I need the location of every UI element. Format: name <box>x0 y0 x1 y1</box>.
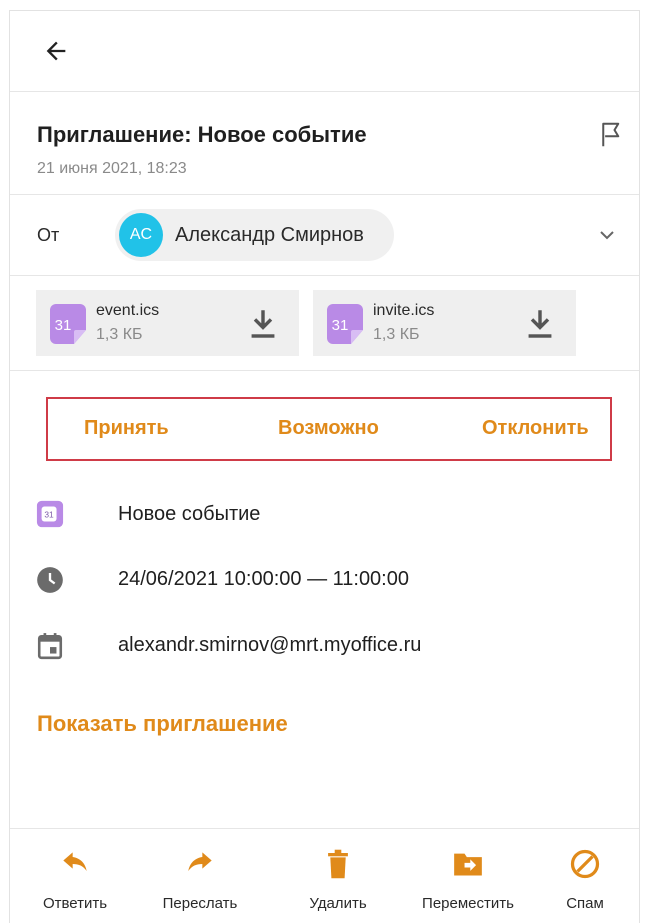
message-date: 21 июня 2021, 18:23 <box>37 160 187 177</box>
chevron-down-icon <box>600 231 614 240</box>
download-icon[interactable] <box>526 308 554 340</box>
event-title: Новое событие <box>118 503 261 525</box>
delete-label: Удалить <box>309 895 367 912</box>
attachment-icon-text: 31 <box>332 317 349 334</box>
from-row: От AC Александр Смирнов <box>10 195 639 276</box>
show-invitation-link[interactable]: Показать приглашение <box>37 711 288 737</box>
bottom-action-bar: Ответить Переслать Удалить Переместить С… <box>10 828 639 924</box>
forward-button[interactable]: Переслать <box>145 829 255 924</box>
move-button[interactable]: Переместить <box>413 829 523 924</box>
spam-button[interactable]: Спам <box>530 829 640 924</box>
spam-icon <box>569 849 601 879</box>
event-title-row: 31 Новое событие <box>36 500 260 528</box>
move-label: Переместить <box>422 895 514 912</box>
move-folder-icon <box>452 849 484 879</box>
from-label: От <box>37 225 60 245</box>
expand-recipients-button[interactable] <box>595 223 619 247</box>
attachment-icon-text: 31 <box>55 317 72 334</box>
attachment-item[interactable]: 31 event.ics 1,3 КБ <box>36 290 299 356</box>
reply-button[interactable]: Ответить <box>20 829 130 924</box>
sender-chip[interactable]: AC Александр Смирнов <box>115 209 394 261</box>
message-subject: Приглашение: Новое событие <box>37 122 367 147</box>
forward-icon <box>184 849 216 879</box>
flag-icon <box>602 122 620 147</box>
message-header: Приглашение: Новое событие 21 июня 2021,… <box>10 92 639 195</box>
top-bar <box>10 11 639 92</box>
reply-label: Ответить <box>42 895 108 912</box>
attachment-name: invite.ics <box>373 302 435 319</box>
event-time: 24/06/2021 10:00:00 — 11:00:00 <box>118 568 409 590</box>
clock-icon <box>36 566 64 594</box>
arrow-left-icon <box>46 41 66 61</box>
sender-name: Александр Смирнов <box>175 223 364 246</box>
accept-button[interactable]: Принять <box>84 417 169 440</box>
trash-icon <box>322 849 354 879</box>
calendar-file-icon: 31 <box>50 304 86 344</box>
forward-label: Переслать <box>162 895 238 912</box>
calendar-event-icon <box>36 632 64 660</box>
attachment-name: event.ics <box>96 302 160 319</box>
download-icon[interactable] <box>249 308 277 340</box>
attachment-size: 1,3 КБ <box>96 326 143 343</box>
attachment-item[interactable]: 31 invite.ics 1,3 КБ <box>313 290 576 356</box>
reply-icon <box>59 849 91 879</box>
calendar-file-icon: 31 <box>327 304 363 344</box>
event-organizer-row: alexandr.smirnov@mrt.myoffice.ru <box>36 632 421 660</box>
spam-label: Спам <box>566 895 604 912</box>
avatar: AC <box>119 213 163 257</box>
decline-button[interactable]: Отклонить <box>482 417 589 440</box>
event-organizer: alexandr.smirnov@mrt.myoffice.ru <box>118 634 422 656</box>
flag-button[interactable] <box>595 118 629 152</box>
attachments: 31 event.ics 1,3 КБ 31 invite.ics 1,3 КБ <box>10 276 639 371</box>
attachment-size: 1,3 КБ <box>373 326 420 343</box>
maybe-button[interactable]: Возможно <box>278 417 379 440</box>
rsvp-actions: Принять Возможно Отклонить <box>46 397 612 461</box>
event-time-row: 24/06/2021 10:00:00 — 11:00:00 <box>36 566 409 594</box>
delete-button[interactable]: Удалить <box>283 829 393 924</box>
calendar-app-icon: 31 <box>36 500 64 528</box>
back-button[interactable] <box>38 33 74 69</box>
calendar-app-icon-text: 31 <box>44 510 54 520</box>
